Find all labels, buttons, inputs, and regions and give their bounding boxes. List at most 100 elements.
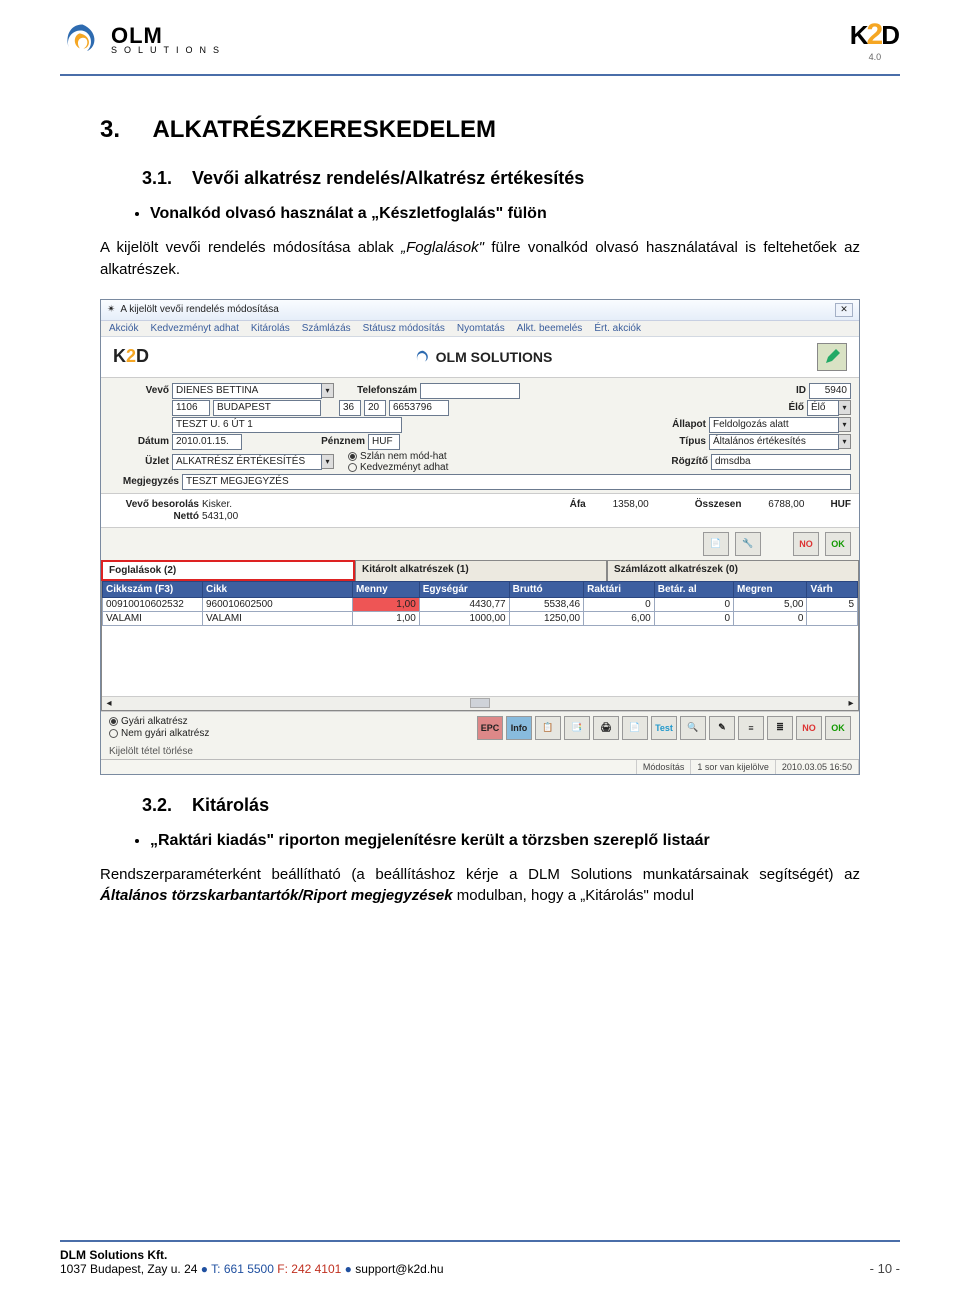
menu-item[interactable]: Nyomtatás [457, 323, 505, 334]
tool-button[interactable]: 📄 [703, 532, 729, 556]
allapot-input[interactable]: Feldolgozás alatt [709, 417, 839, 433]
uzlet-input[interactable]: ALKATRÉSZ ÉRTÉKESÍTÉS [172, 454, 322, 470]
radio-kedvezmeny[interactable]: Kedvezményt adhat [348, 462, 448, 473]
cell[interactable]: 960010602500 [203, 597, 353, 611]
megj-input[interactable]: TESZT MEGJEGYZÉS [182, 474, 851, 490]
close-button[interactable]: ✕ [835, 303, 853, 317]
info-button[interactable]: Info [506, 716, 532, 740]
elo-input[interactable]: Élő [807, 400, 839, 416]
phone-area-input[interactable]: 20 [364, 400, 386, 416]
radio-gyari[interactable]: Gyári alkatrész [109, 716, 209, 727]
cell[interactable]: 6,00 [584, 611, 655, 625]
col-header[interactable]: Várh [807, 581, 858, 597]
datum-input[interactable]: 2010.01.15. [172, 434, 242, 450]
col-header[interactable]: Menny [353, 581, 420, 597]
city-input[interactable]: BUDAPEST [213, 400, 321, 416]
radio-nemgyari[interactable]: Nem gyári alkatrész [109, 728, 209, 739]
table-row[interactable]: 00910010602532 960010602500 1,00 4430,77… [103, 597, 858, 611]
bottom-toolbar: Gyári alkatrész Nem gyári alkatrész EPC … [101, 711, 859, 744]
id-input[interactable]: 5940 [809, 383, 851, 399]
col-header[interactable]: Raktári [584, 581, 655, 597]
cell[interactable] [807, 611, 858, 625]
epc-button[interactable]: EPC [477, 716, 503, 740]
dropdown-arrow-icon[interactable]: ▾ [322, 383, 334, 398]
pencil-icon [824, 349, 840, 365]
cell[interactable]: 5 [807, 597, 858, 611]
radio-label: Szlán nem mód-hat [360, 451, 447, 462]
cell[interactable]: 1,00 [353, 597, 420, 611]
col-header[interactable]: Cikkszám (F3) [103, 581, 203, 597]
cell[interactable]: 4430,77 [419, 597, 509, 611]
dropdown-arrow-icon[interactable]: ▾ [322, 454, 334, 469]
cell[interactable]: 1,00 [353, 611, 420, 625]
window-titlebar: ✴ A kijelölt vevői rendelés módosítása ✕ [101, 300, 859, 321]
cell[interactable]: VALAMI [103, 611, 203, 625]
data-grid[interactable]: Cikkszám (F3) Cikk Menny Egységár Bruttó… [102, 581, 858, 626]
cell[interactable]: 0 [734, 611, 807, 625]
phone-cc-input[interactable]: 36 [339, 400, 361, 416]
cell[interactable]: 0 [654, 611, 733, 625]
tool-button[interactable]: 📑 [564, 716, 590, 740]
cell[interactable]: 1000,00 [419, 611, 509, 625]
dropdown-arrow-icon[interactable]: ▾ [839, 400, 851, 415]
tab-bar: Foglalások (2) Kitárolt alkatrészek (1) … [101, 560, 859, 581]
dlm-logo-text: OLM [111, 26, 226, 46]
menu-item[interactable]: Kitárolás [251, 323, 290, 334]
test-button[interactable]: Test [651, 716, 677, 740]
vevo-input[interactable]: DIENES BETTINA [172, 383, 322, 399]
menu-item[interactable]: Számlázás [302, 323, 351, 334]
cell[interactable]: 5,00 [734, 597, 807, 611]
tab-foglalasok[interactable]: Foglalások (2) [101, 560, 355, 581]
cell[interactable]: 1250,00 [509, 611, 584, 625]
edit-button[interactable] [817, 343, 847, 371]
tipus-input[interactable]: Általános értékesítés [709, 434, 839, 450]
no-button[interactable]: NO [796, 716, 822, 740]
tel-input[interactable] [420, 383, 520, 399]
tool-button[interactable]: ≣ [767, 716, 793, 740]
menu-item[interactable]: Státusz módosítás [363, 323, 445, 334]
menu-item[interactable]: Akciók [109, 323, 138, 334]
paragraph: A kijelölt vevői rendelés módosítása abl… [100, 237, 860, 281]
tool-button[interactable]: 🖨 [593, 716, 619, 740]
tool-button[interactable]: 📄 [622, 716, 648, 740]
col-header[interactable]: Megren [734, 581, 807, 597]
tab-kitarolt[interactable]: Kitárolt alkatrészek (1) [355, 560, 607, 581]
table-row[interactable]: VALAMI VALAMI 1,00 1000,00 1250,00 6,00 … [103, 611, 858, 625]
dropdown-arrow-icon[interactable]: ▾ [839, 434, 851, 449]
col-header[interactable]: Betár. al [654, 581, 733, 597]
tool-button[interactable]: 🔍 [680, 716, 706, 740]
form-area: Vevő DIENES BETTINA▾ Telefonszám ID 5940… [101, 377, 859, 494]
addr-input[interactable]: TESZT U. 6 ÚT 1 [172, 417, 402, 433]
dropdown-arrow-icon[interactable]: ▾ [839, 417, 851, 432]
ok-button[interactable]: OK [825, 716, 851, 740]
ok-button[interactable]: OK [825, 532, 851, 556]
menu-item[interactable]: Alkt. beemelés [517, 323, 583, 334]
tool-button[interactable]: 📋 [535, 716, 561, 740]
tool-button[interactable]: ✎ [709, 716, 735, 740]
no-button[interactable]: NO [793, 532, 819, 556]
page-number: - 10 - [870, 1261, 900, 1276]
phone-num-input[interactable]: 6653796 [389, 400, 449, 416]
tool-button[interactable]: 🔧 [735, 532, 761, 556]
zip-input[interactable]: 1106 [172, 400, 210, 416]
menu-item[interactable]: Kedvezményt adhat [150, 323, 238, 334]
cell[interactable]: 00910010602532 [103, 597, 203, 611]
col-header[interactable]: Bruttó [509, 581, 584, 597]
section-title: ALKATRÉSZKERESKEDELEM [152, 116, 496, 143]
footer-addr: 1037 Budapest, Zay u. 24 [60, 1262, 197, 1276]
penz-input[interactable]: HUF [368, 434, 400, 450]
tab-szamlazott[interactable]: Számlázott alkatrészek (0) [607, 560, 859, 581]
col-header[interactable]: Cikk [203, 581, 353, 597]
col-header[interactable]: Egységár [419, 581, 509, 597]
horizontal-scrollbar[interactable]: ◂▸ [102, 696, 858, 710]
cell[interactable]: VALAMI [203, 611, 353, 625]
app-window: ✴ A kijelölt vevői rendelés módosítása ✕… [100, 299, 860, 775]
radio-szlan[interactable]: Szlán nem mód-hat [348, 451, 448, 462]
menu-item[interactable]: Ért. akciók [594, 323, 641, 334]
tool-button[interactable]: ≡ [738, 716, 764, 740]
cell[interactable]: 0 [584, 597, 655, 611]
cell[interactable]: 0 [654, 597, 733, 611]
rogzito-input[interactable]: dmsdba [711, 454, 851, 470]
footer-email: support@k2d.hu [355, 1262, 443, 1276]
cell[interactable]: 5538,46 [509, 597, 584, 611]
